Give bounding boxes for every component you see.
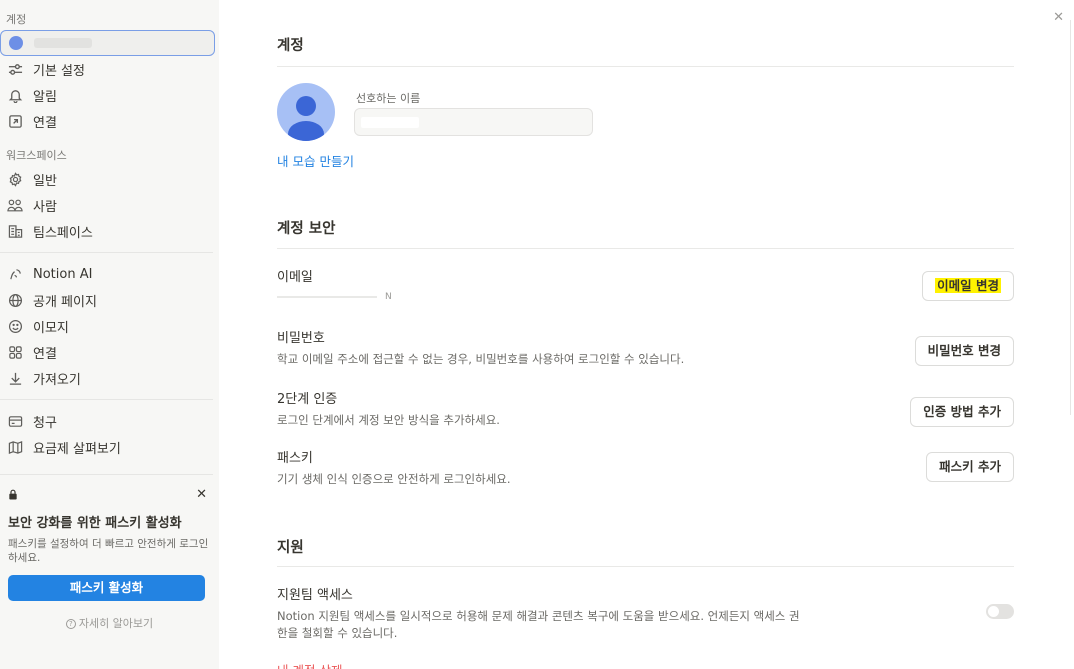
profile-avatar[interactable] — [277, 83, 335, 141]
grid-icon — [6, 343, 24, 361]
sidebar-item-label: 알림 — [33, 89, 57, 105]
scrollbar[interactable] — [1070, 20, 1071, 415]
smile-icon — [6, 317, 24, 335]
sidebar-item-label: 연결 — [33, 115, 57, 131]
sidebar-item-label: 팀스페이스 — [33, 225, 93, 241]
add-passkey-button[interactable]: 패스키 추가 — [926, 452, 1014, 482]
change-email-label: 이메일 변경 — [935, 278, 1001, 293]
sidebar-item-label: 요금제 살펴보기 — [33, 441, 121, 457]
activate-passkey-button[interactable]: 패스키 활성화 — [8, 575, 205, 601]
sidebar-item-notion-ai[interactable]: Notion AI — [0, 261, 219, 287]
add-auth-method-button[interactable]: 인증 방법 추가 — [910, 397, 1014, 427]
sliders-icon — [6, 60, 24, 78]
support-access-desc-line2: 한을 철회할 수 있습니다. — [277, 626, 398, 640]
password-title: 비밀번호 — [277, 331, 325, 346]
arrow-up-right-box-icon — [6, 112, 24, 130]
lock-icon — [8, 485, 18, 504]
download-icon — [6, 369, 24, 387]
sidebar-item-people[interactable]: 사람 — [0, 192, 219, 218]
preferred-name-label: 선호하는 이름 — [356, 92, 421, 105]
sidebar-item-label: 기본 설정 — [33, 63, 85, 79]
sidebar-item-label: 연결 — [33, 346, 57, 362]
email-title: 이메일 — [277, 270, 313, 285]
learn-more-label: 자세히 알아보기 — [78, 617, 154, 630]
sidebar-divider — [0, 252, 213, 253]
name-redacted — [361, 117, 419, 128]
sidebar-item-general[interactable]: 일반 — [0, 166, 219, 192]
sidebar-item-emoji[interactable]: 이모지 — [0, 313, 219, 339]
help-circle-icon: ? — [65, 619, 76, 629]
globe-icon — [6, 291, 24, 309]
passkey-title: 패스키 — [277, 451, 313, 466]
delete-account-link[interactable]: 내 계정 삭제 — [277, 660, 342, 669]
settings-sidebar: 계정 기본 설정 알림 연결 워크스페이스 일반 사람 팀스페이스 Notion… — [0, 0, 219, 669]
gear-icon — [6, 170, 24, 188]
email-value: N — [277, 292, 392, 302]
support-access-toggle[interactable] — [986, 604, 1014, 619]
sidebar-item-billing[interactable]: 청구 — [0, 408, 219, 434]
two-factor-title: 2단계 인증 — [277, 392, 338, 407]
sidebar-item-preferences[interactable]: 기본 설정 — [0, 56, 219, 82]
sidebar-item-label: 일반 — [33, 173, 57, 189]
toggle-knob — [988, 606, 999, 617]
make-portrait-link[interactable]: 내 모습 만들기 — [277, 151, 354, 170]
profile-name-redacted — [34, 38, 92, 48]
sidebar-item-notifications[interactable]: 알림 — [0, 82, 219, 108]
map-icon — [6, 438, 24, 456]
card-icon — [6, 412, 24, 430]
sidebar-item-label: 이모지 — [33, 320, 69, 336]
sidebar-item-label: 공개 페이지 — [33, 294, 97, 310]
account-heading: 계정 — [277, 38, 304, 54]
change-password-button[interactable]: 비밀번호 변경 — [914, 336, 1014, 366]
promo-description: 패스키를 설정하여 더 빠르고 안전하게 로그인하세요. — [8, 538, 209, 564]
support-access-desc-line1: Notion 지원팀 액세스를 일시적으로 허용해 문제 해결과 콘텐츠 복구에… — [277, 609, 800, 623]
learn-more-link[interactable]: ? 자세히 알아보기 — [8, 615, 211, 631]
sidebar-item-label: 가져오기 — [33, 372, 81, 388]
email-suffix: N — [385, 292, 392, 302]
sidebar-item-profile[interactable] — [0, 30, 215, 56]
change-email-button[interactable]: 이메일 변경 — [922, 271, 1014, 301]
ai-face-icon — [6, 265, 24, 283]
sidebar-item-integrations[interactable]: 연결 — [0, 339, 219, 365]
divider — [277, 66, 1014, 67]
support-access-title: 지원팀 액세스 — [277, 588, 353, 603]
bell-icon — [6, 86, 24, 104]
building-icon — [6, 222, 24, 240]
sidebar-item-label: 사람 — [33, 199, 57, 215]
promo-title: 보안 강화를 위한 패스키 활성화 — [8, 516, 182, 531]
passkey-promo-card: ✕ 보안 강화를 위한 패스키 활성화 패스키를 설정하여 더 빠르고 안전하게… — [0, 485, 219, 631]
people-icon — [6, 196, 24, 214]
sidebar-section-account: 계정 — [6, 13, 27, 26]
close-icon[interactable]: ✕ — [1053, 10, 1064, 25]
sidebar-item-import[interactable]: 가져오기 — [0, 365, 219, 391]
sidebar-item-label: 청구 — [33, 415, 57, 431]
support-access-description: Notion 지원팀 액세스를 일시적으로 허용해 문제 해결과 콘텐츠 복구에… — [277, 608, 877, 642]
close-icon[interactable]: ✕ — [196, 487, 207, 502]
preferred-name-input[interactable] — [354, 108, 593, 136]
password-description: 학교 이메일 주소에 접근할 수 없는 경우, 비밀번호를 사용하여 로그인할 … — [277, 352, 685, 366]
two-factor-description: 로그인 단계에서 계정 보안 방식을 추가하세요. — [277, 413, 500, 427]
avatar — [7, 34, 25, 52]
sidebar-section-workspace: 워크스페이스 — [6, 149, 67, 162]
sidebar-item-public-pages[interactable]: 공개 페이지 — [0, 287, 219, 313]
sidebar-item-teamspaces[interactable]: 팀스페이스 — [0, 218, 219, 244]
security-heading: 계정 보안 — [277, 221, 336, 237]
settings-main-panel: ✕ 계정 선호하는 이름 내 모습 만들기 계정 보안 이메일 N 이메일 변경… — [219, 0, 1074, 669]
sidebar-item-plans[interactable]: 요금제 살펴보기 — [0, 434, 219, 460]
sidebar-divider — [0, 399, 213, 400]
email-redacted — [277, 295, 377, 298]
sidebar-item-label: Notion AI — [33, 266, 93, 282]
passkey-description: 기기 생체 인식 인증으로 안전하게 로그인하세요. — [277, 472, 511, 486]
sidebar-item-connections[interactable]: 연결 — [0, 108, 219, 134]
support-heading: 지원 — [277, 540, 304, 556]
divider — [277, 248, 1014, 249]
sidebar-divider — [0, 474, 213, 475]
divider — [277, 566, 1014, 567]
